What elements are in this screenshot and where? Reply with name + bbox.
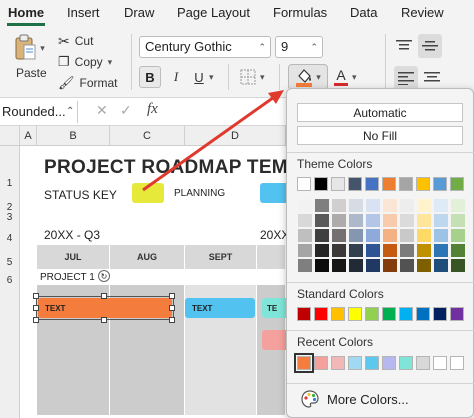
theme-shade-swatch[interactable] <box>383 244 397 257</box>
theme-shade-swatch[interactable] <box>332 259 346 272</box>
theme-shade-swatch[interactable] <box>366 214 380 227</box>
theme-shade-swatch[interactable] <box>366 259 380 272</box>
standard-color-swatch[interactable] <box>314 307 328 321</box>
standard-color-swatch[interactable] <box>348 307 362 321</box>
theme-shade-swatch[interactable] <box>349 259 363 272</box>
recent-color-swatch[interactable] <box>416 356 430 370</box>
theme-shade-swatch[interactable] <box>417 244 431 257</box>
theme-shade-swatch[interactable] <box>434 214 448 227</box>
theme-shade-swatch[interactable] <box>451 259 465 272</box>
theme-color-swatch[interactable] <box>450 177 464 191</box>
theme-shade-swatch[interactable] <box>400 259 414 272</box>
theme-shade-swatch[interactable] <box>298 229 312 242</box>
theme-shade-swatch[interactable] <box>366 229 380 242</box>
theme-color-swatch[interactable] <box>399 177 413 191</box>
theme-shade-swatch[interactable] <box>417 199 431 212</box>
theme-shade-swatch[interactable] <box>400 214 414 227</box>
recent-color-swatch[interactable] <box>294 353 314 373</box>
theme-shade-swatch[interactable] <box>315 244 329 257</box>
standard-colors-heading: Standard Colors <box>297 287 384 301</box>
theme-shade-swatch[interactable] <box>349 199 363 212</box>
theme-shade-swatch[interactable] <box>315 229 329 242</box>
popup-divider <box>287 330 474 331</box>
recent-color-swatch[interactable] <box>450 356 464 370</box>
theme-color-swatch[interactable] <box>433 177 447 191</box>
theme-color-swatch[interactable] <box>382 177 396 191</box>
theme-shade-swatch[interactable] <box>400 244 414 257</box>
automatic-button[interactable]: Automatic <box>297 103 463 122</box>
theme-color-swatch[interactable] <box>314 177 328 191</box>
theme-shade-swatch[interactable] <box>315 214 329 227</box>
recent-color-swatch[interactable] <box>365 356 379 370</box>
theme-shade-swatch[interactable] <box>332 229 346 242</box>
theme-shade-swatch[interactable] <box>434 199 448 212</box>
theme-color-swatch[interactable] <box>365 177 379 191</box>
popup-divider <box>287 152 474 153</box>
theme-color-swatch[interactable] <box>331 177 345 191</box>
theme-shade-swatch[interactable] <box>434 259 448 272</box>
recent-color-swatch[interactable] <box>433 356 447 370</box>
theme-shade-swatch[interactable] <box>400 229 414 242</box>
no-fill-button[interactable]: No Fill <box>297 126 463 145</box>
theme-color-swatch[interactable] <box>348 177 362 191</box>
standard-color-swatch[interactable] <box>433 307 447 321</box>
theme-shade-swatch[interactable] <box>298 214 312 227</box>
theme-shade-swatch[interactable] <box>366 244 380 257</box>
theme-shade-swatch[interactable] <box>383 229 397 242</box>
standard-color-swatch[interactable] <box>416 307 430 321</box>
popup-divider <box>287 282 474 283</box>
theme-color-swatch[interactable] <box>416 177 430 191</box>
theme-shade-swatch[interactable] <box>417 229 431 242</box>
recent-color-swatch[interactable] <box>348 356 362 370</box>
more-colors-label: More Colors... <box>327 391 409 407</box>
theme-shade-swatch[interactable] <box>400 199 414 212</box>
theme-shade-swatch[interactable] <box>349 214 363 227</box>
theme-shade-swatch[interactable] <box>383 259 397 272</box>
recent-color-swatch[interactable] <box>331 356 345 370</box>
theme-shade-swatch[interactable] <box>315 199 329 212</box>
standard-color-swatch[interactable] <box>450 307 464 321</box>
theme-shade-swatch[interactable] <box>434 244 448 257</box>
theme-shade-swatch[interactable] <box>383 199 397 212</box>
more-colors-button[interactable]: More Colors... <box>301 390 409 408</box>
theme-shade-swatch[interactable] <box>298 244 312 257</box>
standard-color-swatch[interactable] <box>365 307 379 321</box>
theme-shade-swatch[interactable] <box>315 259 329 272</box>
theme-color-swatch[interactable] <box>297 177 311 191</box>
theme-shade-swatch[interactable] <box>332 199 346 212</box>
recent-color-swatch[interactable] <box>399 356 413 370</box>
palette-icon <box>301 390 319 408</box>
theme-shade-swatch[interactable] <box>451 199 465 212</box>
recent-color-swatch[interactable] <box>314 356 328 370</box>
theme-shade-swatch[interactable] <box>366 199 380 212</box>
theme-shade-swatch[interactable] <box>383 214 397 227</box>
popup-divider <box>287 383 474 384</box>
recent-color-swatch[interactable] <box>382 356 396 370</box>
theme-shade-swatch[interactable] <box>451 244 465 257</box>
theme-shade-swatch[interactable] <box>417 259 431 272</box>
theme-shade-swatch[interactable] <box>332 214 346 227</box>
theme-shade-swatch[interactable] <box>298 199 312 212</box>
theme-shade-swatch[interactable] <box>451 214 465 227</box>
standard-color-swatch[interactable] <box>399 307 413 321</box>
standard-color-swatch[interactable] <box>297 307 311 321</box>
theme-shade-swatch[interactable] <box>332 244 346 257</box>
theme-colors-heading: Theme Colors <box>297 157 373 171</box>
theme-shade-swatch[interactable] <box>349 244 363 257</box>
theme-shade-swatch[interactable] <box>298 259 312 272</box>
standard-color-swatch[interactable] <box>331 307 345 321</box>
theme-shade-swatch[interactable] <box>451 229 465 242</box>
recent-colors-heading: Recent Colors <box>297 335 374 349</box>
theme-shade-swatch[interactable] <box>417 214 431 227</box>
standard-color-swatch[interactable] <box>382 307 396 321</box>
theme-shade-swatch[interactable] <box>349 229 363 242</box>
fill-color-popup: Automatic No Fill Theme Colors Standard … <box>286 88 474 418</box>
theme-shade-swatch[interactable] <box>434 229 448 242</box>
